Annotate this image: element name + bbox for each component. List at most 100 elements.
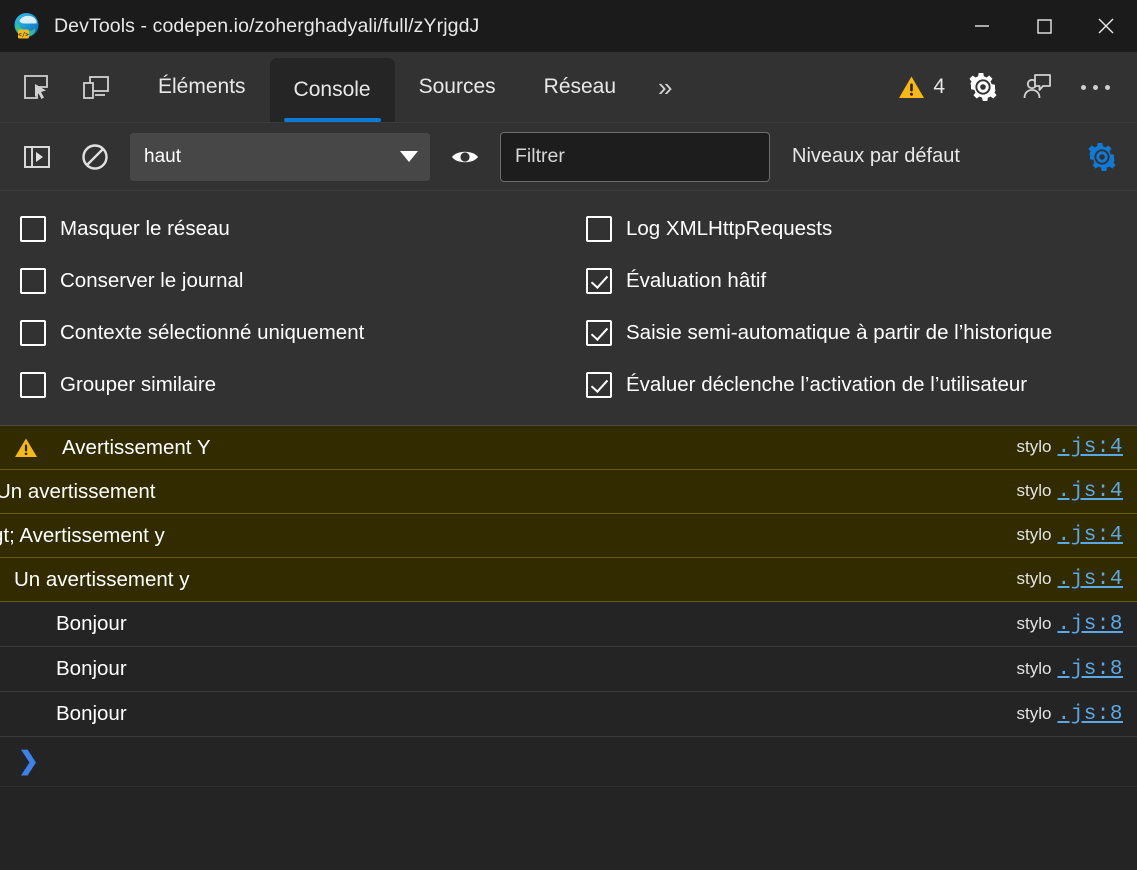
device-emulation-icon [83, 76, 109, 99]
setting-evaluate-user-activation[interactable]: Évaluer déclenche l’activation de l’util… [586, 359, 1137, 411]
table-row[interactable]: Avertissement Y stylo .js:4 [0, 426, 1137, 470]
feedback-button[interactable] [1013, 63, 1061, 111]
clear-console-button[interactable] [72, 134, 118, 180]
checkbox-selected-context-only[interactable] [20, 320, 46, 346]
console-message-source: stylo .js:4 [1005, 568, 1123, 591]
live-expression-eye-icon [452, 151, 478, 162]
minimize-icon [975, 25, 989, 27]
console-settings-button[interactable] [1079, 134, 1125, 180]
source-file-name: stylo [1016, 703, 1052, 723]
tab-elements[interactable]: Éléments [134, 52, 270, 122]
log-levels-dropdown[interactable]: Niveaux par défaut [782, 139, 970, 174]
checkbox-eager-evaluation[interactable] [586, 268, 612, 294]
checkbox-group-similar[interactable] [20, 372, 46, 398]
source-location-link[interactable]: .js:4 [1057, 436, 1123, 459]
settings-column-left: Masquer le réseau Conserver le journal C… [0, 203, 570, 411]
console-sidebar-toggle-icon [24, 145, 50, 168]
more-options-icon [1092, 84, 1098, 90]
warning-triangle-icon [899, 76, 925, 98]
source-file-name: stylo [1016, 481, 1052, 500]
table-row[interactable]: Bonjour stylo .js:8 [0, 647, 1137, 692]
console-sidebar-toggle-button[interactable] [14, 134, 60, 180]
live-expression-button[interactable] [442, 134, 488, 180]
source-file-name: stylo [1016, 437, 1052, 456]
javascript-context-select[interactable]: haut [130, 132, 430, 181]
setting-evaluate-user-activation-label: Évaluer déclenche l’activation de l’util… [626, 373, 1028, 396]
table-row[interactable]: Un avertissement y stylo .js:4 [0, 557, 1137, 602]
more-tabs-button[interactable]: » [640, 52, 690, 122]
more-options-button[interactable] [1067, 63, 1123, 111]
source-file-name: stylo [1016, 658, 1052, 678]
tab-elements-label: Éléments [158, 75, 246, 98]
tab-network-label: Réseau [543, 75, 617, 98]
source-location-link[interactable]: .js:4 [1057, 480, 1123, 503]
console-message-text: Bonjour [56, 612, 127, 635]
setting-selected-context-only[interactable]: Contexte sélectionné uniquement [20, 307, 570, 359]
devtools-settings-button[interactable] [959, 63, 1007, 111]
checkbox-evaluate-user-activation[interactable] [586, 372, 612, 398]
console-message-content: Avertissement Y [0, 436, 1005, 460]
table-row[interactable]: Bonjour stylo .js:8 [0, 602, 1137, 647]
warning-count-label: 4 [933, 75, 945, 98]
source-file-name: stylo [1016, 525, 1052, 544]
console-filter-input[interactable] [500, 131, 770, 182]
tab-sources[interactable]: Sources [395, 52, 520, 122]
console-message-content: Bonjour [0, 702, 1005, 726]
setting-hide-network[interactable]: Masquer le réseau [20, 203, 570, 255]
window-title: DevTools - codepen.io/zoherghadyali/full… [54, 14, 480, 37]
svg-text:</>: </> [18, 31, 29, 38]
edge-devtools-logo-icon: </> [13, 12, 41, 40]
setting-eager-evaluation[interactable]: Évaluation hâtif [586, 255, 1137, 307]
tab-console[interactable]: Console [269, 58, 395, 122]
console-message-source: stylo .js:8 [1005, 613, 1123, 636]
gear-icon [969, 73, 997, 101]
table-row[interactable]: Un avertissement stylo .js:4 [0, 469, 1137, 514]
table-row[interactable]: gt; Avertissement y stylo .js:4 [0, 513, 1137, 558]
console-message-content: Un avertissement y [0, 568, 1005, 592]
table-row[interactable]: Bonjour stylo .js:8 [0, 692, 1137, 737]
setting-group-similar[interactable]: Grouper similaire [20, 359, 570, 411]
console-message-content: gt; Avertissement y [0, 524, 1005, 548]
checkbox-preserve-log[interactable] [20, 268, 46, 294]
console-prompt[interactable]: ❯ [0, 737, 1137, 787]
console-empty-space [0, 787, 1137, 870]
console-message-list[interactable]: Avertissement Y stylo .js:4 Un avertisse… [0, 425, 1137, 870]
source-location-link[interactable]: .js:4 [1057, 568, 1123, 591]
console-message-source: stylo .js:8 [1005, 703, 1123, 726]
source-location-link[interactable]: .js:8 [1057, 658, 1123, 681]
setting-eager-evaluation-label: Évaluation hâtif [626, 269, 767, 292]
setting-log-xhr[interactable]: Log XMLHttpRequests [586, 203, 1137, 255]
checkbox-hide-network[interactable] [20, 216, 46, 242]
tab-network[interactable]: Réseau [520, 52, 640, 122]
console-message-text: Un avertissement y [14, 567, 190, 591]
console-message-text: Bonjour [56, 657, 127, 680]
maximize-button[interactable] [1013, 0, 1075, 52]
console-message-text: Avertissement Y [62, 435, 211, 459]
source-location-link[interactable]: .js:8 [1057, 703, 1123, 726]
checkbox-autocomplete-history[interactable] [586, 320, 612, 346]
source-location-link[interactable]: .js:4 [1057, 524, 1123, 547]
tab-sources-label: Sources [418, 75, 496, 98]
setting-log-xhr-label: Log XMLHttpRequests [626, 217, 833, 240]
more-options-icon [1080, 84, 1086, 90]
inspect-element-button[interactable] [10, 61, 62, 113]
warning-count-button[interactable]: 4 [890, 70, 953, 105]
source-file-name: stylo [1016, 613, 1052, 633]
chevron-down-icon [400, 151, 418, 162]
javascript-context-value: haut [144, 145, 181, 167]
setting-preserve-log[interactable]: Conserver le journal [20, 255, 570, 307]
console-message-content: Un avertissement [0, 480, 1005, 504]
tab-bar-tool-icons [0, 52, 122, 122]
title-bar: </> DevTools - codepen.io/zoherghadyali/… [0, 0, 1137, 52]
checkbox-log-xhr[interactable] [586, 216, 612, 242]
console-message-text: Un avertissement [0, 479, 156, 503]
device-emulation-button[interactable] [70, 61, 122, 113]
console-message-source: stylo .js:8 [1005, 658, 1123, 681]
close-button[interactable] [1075, 0, 1137, 52]
setting-autocomplete-history[interactable]: Saisie semi-automatique à partir de l’hi… [586, 307, 1137, 359]
console-settings-panel: Masquer le réseau Conserver le journal C… [0, 190, 1137, 425]
minimize-button[interactable] [951, 0, 1013, 52]
warning-triangle-icon [14, 436, 38, 460]
console-message-source: stylo .js:4 [1005, 480, 1123, 503]
source-location-link[interactable]: .js:8 [1057, 613, 1123, 636]
